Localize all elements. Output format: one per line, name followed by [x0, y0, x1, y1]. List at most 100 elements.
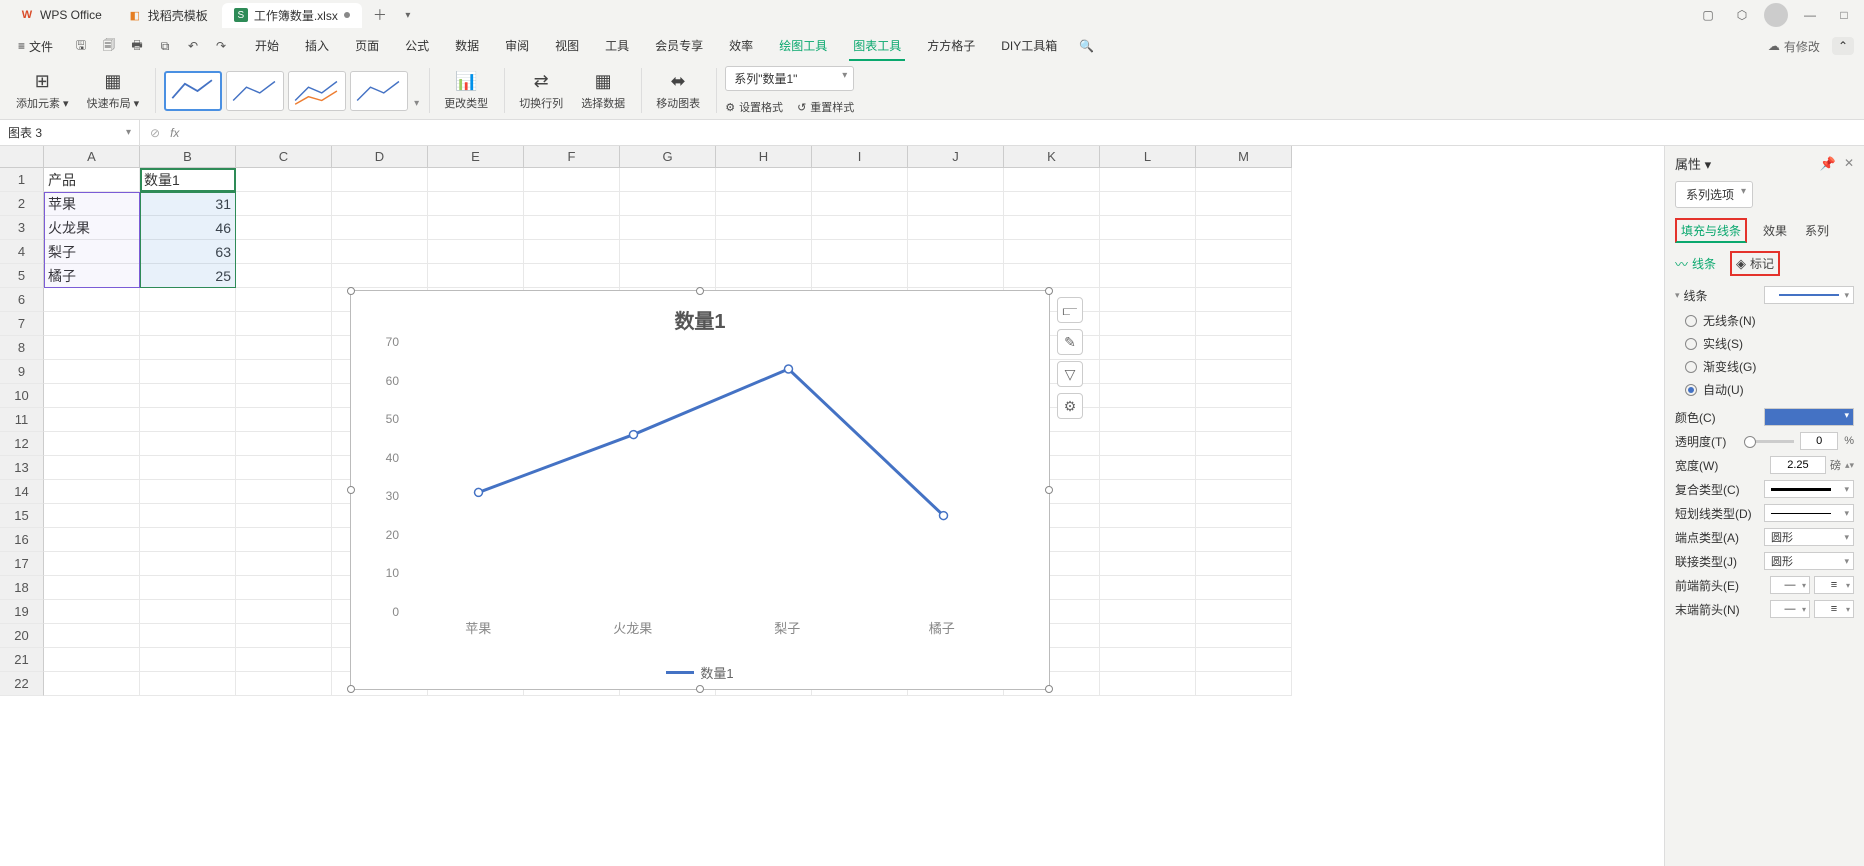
chart-legend[interactable]: 数量1 [351, 663, 1049, 682]
cell[interactable]: 46 [140, 216, 236, 240]
change-type-button[interactable]: 📊 更改类型 [438, 69, 494, 113]
cell[interactable] [236, 576, 332, 600]
cell[interactable] [236, 168, 332, 192]
tab-ffgz[interactable]: 方方格子 [923, 32, 979, 61]
cell[interactable] [716, 192, 812, 216]
transparency-slider[interactable] [1744, 440, 1794, 443]
cancel-icon[interactable]: ⊘ [150, 126, 160, 140]
reset-style-button[interactable]: ↺重置样式 [797, 99, 854, 115]
chart-styles-button[interactable]: ✎ [1057, 329, 1083, 355]
cell[interactable] [1100, 456, 1196, 480]
resize-handle[interactable] [1045, 486, 1053, 494]
row-header[interactable]: 5 [0, 264, 44, 288]
cell[interactable] [428, 168, 524, 192]
cell[interactable] [1196, 288, 1292, 312]
row-header[interactable]: 13 [0, 456, 44, 480]
cell[interactable] [1100, 432, 1196, 456]
tab-tools[interactable]: 工具 [601, 32, 633, 61]
cell[interactable] [1196, 240, 1292, 264]
cell[interactable] [140, 384, 236, 408]
cell[interactable] [44, 600, 140, 624]
maximize-icon[interactable]: □ [1832, 3, 1856, 27]
cell[interactable] [44, 672, 140, 696]
cell[interactable] [1196, 648, 1292, 672]
cell[interactable] [812, 192, 908, 216]
cell[interactable] [1100, 312, 1196, 336]
cell[interactable]: 苹果 [44, 192, 140, 216]
cell[interactable] [524, 168, 620, 192]
tab-page[interactable]: 页面 [351, 32, 383, 61]
cell[interactable] [236, 528, 332, 552]
move-chart-button[interactable]: ⬌ 移动图表 [650, 69, 706, 113]
cell[interactable] [1196, 456, 1292, 480]
cell[interactable] [332, 216, 428, 240]
cell[interactable] [44, 528, 140, 552]
arrow-end-size-dropdown[interactable]: ≡ [1814, 600, 1854, 618]
row-header[interactable]: 12 [0, 432, 44, 456]
cell[interactable] [1196, 624, 1292, 648]
copy-icon[interactable]: ⧉ [155, 36, 175, 56]
cell[interactable] [1196, 384, 1292, 408]
cell[interactable] [1196, 336, 1292, 360]
cell[interactable] [1100, 336, 1196, 360]
cell[interactable] [236, 456, 332, 480]
cell[interactable] [332, 264, 428, 288]
cell[interactable] [524, 264, 620, 288]
series-selector[interactable]: 系列"数量1" [725, 66, 854, 91]
row-header[interactable]: 4 [0, 240, 44, 264]
compound-type-dropdown[interactable] [1764, 480, 1854, 498]
file-menu[interactable]: ≡ 文件 [10, 34, 61, 59]
cell[interactable] [140, 336, 236, 360]
tab-chart-tools[interactable]: 图表工具 [849, 32, 905, 61]
cell[interactable] [236, 552, 332, 576]
row-header[interactable]: 17 [0, 552, 44, 576]
cell[interactable] [140, 600, 236, 624]
cell[interactable] [140, 456, 236, 480]
search-icon[interactable]: 🔍 [1079, 39, 1094, 53]
cell[interactable] [236, 264, 332, 288]
name-box[interactable]: 图表 3 [0, 120, 140, 145]
cell[interactable] [236, 216, 332, 240]
cell[interactable] [1004, 240, 1100, 264]
row-header[interactable]: 1 [0, 168, 44, 192]
cell[interactable]: 产品 [44, 168, 140, 192]
row-header[interactable]: 16 [0, 528, 44, 552]
cell[interactable] [524, 192, 620, 216]
cell[interactable] [812, 168, 908, 192]
cell[interactable] [524, 240, 620, 264]
cell[interactable] [1100, 240, 1196, 264]
row-header[interactable]: 14 [0, 480, 44, 504]
cell[interactable]: 橘子 [44, 264, 140, 288]
collapse-ribbon-icon[interactable]: ⌃ [1832, 37, 1854, 55]
cell[interactable] [44, 432, 140, 456]
chart-preset-1[interactable] [164, 71, 222, 111]
cell[interactable] [140, 480, 236, 504]
redo-icon[interactable]: ↷ [211, 36, 231, 56]
fx-icon[interactable]: fx [170, 126, 179, 140]
ptab-fill-line[interactable]: 填充与线条 [1675, 218, 1747, 243]
cell[interactable] [908, 168, 1004, 192]
chart-elements-button[interactable]: ⫍ [1057, 297, 1083, 323]
radio-no-line[interactable]: 无线条(N) [1685, 312, 1854, 329]
cell[interactable] [140, 576, 236, 600]
col-header[interactable]: M [1196, 146, 1292, 168]
cell[interactable] [236, 504, 332, 528]
psub-line[interactable]: 〰线条 [1675, 254, 1716, 273]
cell[interactable]: 火龙果 [44, 216, 140, 240]
cell[interactable] [1004, 264, 1100, 288]
chart-plot-area[interactable]: 010203040506070 [401, 342, 1019, 612]
cell[interactable] [1100, 504, 1196, 528]
avatar[interactable] [1764, 3, 1788, 27]
cell[interactable] [236, 384, 332, 408]
cell[interactable] [1100, 168, 1196, 192]
chart-preset-2[interactable] [226, 71, 284, 111]
row-header[interactable]: 22 [0, 672, 44, 696]
tab-formula[interactable]: 公式 [401, 32, 433, 61]
line-preview-dropdown[interactable] [1764, 286, 1854, 304]
minimize-icon[interactable]: — [1798, 3, 1822, 27]
cell[interactable] [44, 648, 140, 672]
print-preview-icon[interactable]: 🗐 [99, 36, 119, 56]
cell[interactable] [1196, 312, 1292, 336]
cell[interactable] [812, 216, 908, 240]
cell[interactable] [428, 264, 524, 288]
